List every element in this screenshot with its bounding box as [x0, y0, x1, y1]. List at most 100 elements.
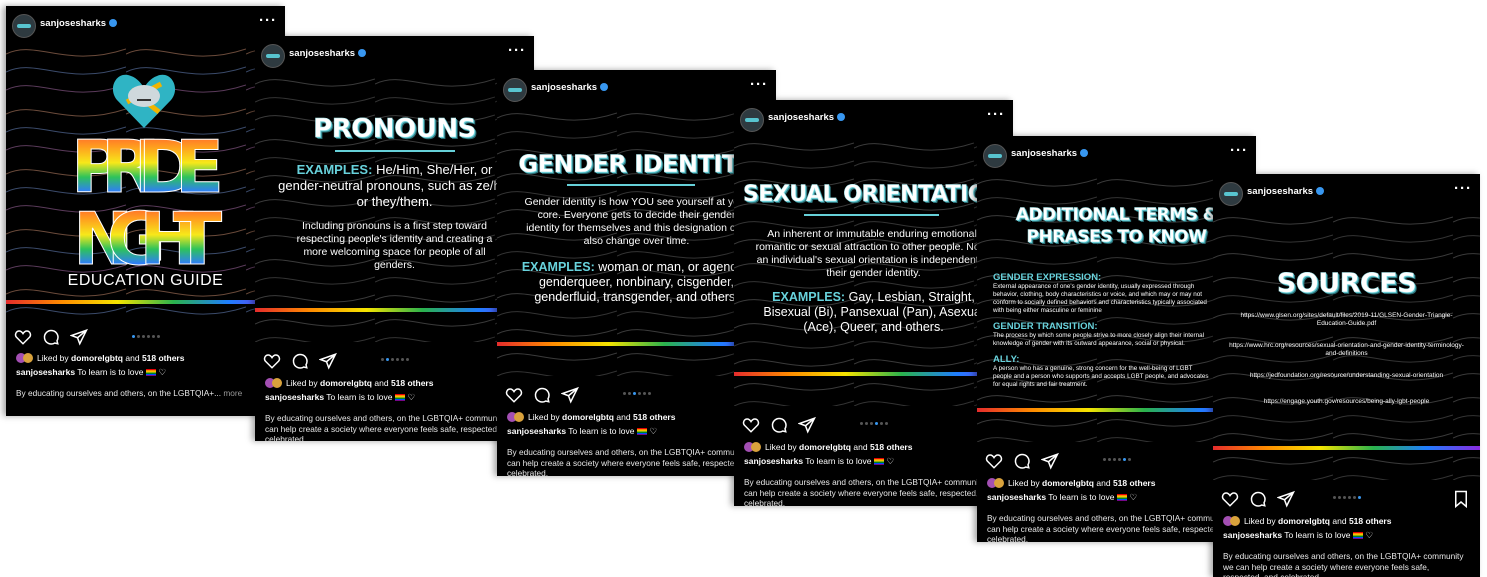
white-heart-icon: ♡: [1129, 492, 1138, 502]
rainbow-bar: [255, 308, 534, 312]
caption: sanjosesharks To learn is to love ♡: [265, 392, 416, 402]
username[interactable]: sanjosesharks: [768, 112, 846, 123]
carousel-dots: [622, 392, 651, 395]
slide-title: PRONOUNS: [313, 114, 477, 145]
title-underline: [567, 184, 695, 186]
avatar[interactable]: [12, 14, 36, 38]
title-underline: [804, 214, 939, 216]
liked-by-user[interactable]: domorelgbtq: [1278, 516, 1330, 526]
liked-others[interactable]: 518 others: [1349, 516, 1392, 526]
share-icon[interactable]: [319, 352, 337, 370]
share-icon[interactable]: [561, 386, 579, 404]
comment-icon[interactable]: [533, 386, 551, 404]
description: By educating ourselves and others, on th…: [265, 413, 519, 441]
caption: sanjosesharks To learn is to love ♡: [1223, 530, 1374, 540]
verified-icon: [1316, 187, 1325, 195]
share-icon[interactable]: [70, 328, 88, 346]
post-pronouns: sanjosesharks ··· PRONOUNS EXAMPLES: He/…: [255, 36, 534, 441]
liked-others[interactable]: 518 others: [870, 442, 913, 452]
avatar[interactable]: [983, 144, 1007, 168]
liked-by-user[interactable]: domorelgbtq: [562, 412, 614, 422]
liked-by-user[interactable]: domorelgbtq: [799, 442, 851, 452]
rainbow-bar: [1213, 446, 1480, 450]
comment-icon[interactable]: [770, 416, 788, 434]
heart-icon[interactable]: [14, 328, 32, 346]
likes-line: Liked by domorelgbtq and 518 others: [734, 440, 1013, 454]
liked-others[interactable]: 518 others: [633, 412, 676, 422]
bookmark-icon[interactable]: [1452, 490, 1470, 508]
username[interactable]: sanjosesharks: [40, 18, 118, 29]
slide-body: Including pronouns is a first step towar…: [296, 220, 493, 271]
liked-others[interactable]: 518 others: [391, 378, 434, 388]
share-icon[interactable]: [798, 416, 816, 434]
heart-icon[interactable]: [742, 416, 760, 434]
source-link[interactable]: https://jedfoundation.org/resource/under…: [1227, 372, 1466, 380]
source-link[interactable]: https://www.hrc.org/resources/sexual-ori…: [1227, 342, 1466, 358]
pride-flag-icon: [1353, 532, 1364, 539]
post-header: sanjosesharks ···: [6, 6, 285, 44]
carousel-dots: [131, 335, 160, 338]
sources-list: https://www.glsen.org/sites/default/file…: [1213, 312, 1480, 406]
heart-icon[interactable]: [505, 386, 523, 404]
carousel-dots: [1332, 496, 1361, 499]
pride-night-wordmark: PRIDE NIGHT: [71, 125, 226, 282]
pride-flag-icon: [637, 428, 648, 435]
terms-list: GENDER EXPRESSION: External appearance of…: [993, 272, 1213, 389]
description: By educating ourselves and others, on th…: [1223, 551, 1464, 577]
avatar[interactable]: [261, 44, 285, 68]
liked-others[interactable]: 518 others: [142, 353, 185, 363]
term-item: ALLY: A person who has a genuine, strong …: [993, 354, 1209, 388]
action-bar: [255, 342, 534, 376]
caption: sanjosesharks To learn is to love ♡: [744, 456, 895, 466]
post-sources: sanjosesharks ··· SOURCES https://www.gl…: [1213, 174, 1480, 577]
comment-icon[interactable]: [1013, 452, 1031, 470]
share-icon[interactable]: [1041, 452, 1059, 470]
heart-icon[interactable]: [263, 352, 281, 370]
action-bar: [734, 406, 1013, 440]
more-options-icon[interactable]: ···: [1230, 142, 1248, 159]
comment-icon[interactable]: [1249, 490, 1267, 508]
white-heart-icon: ♡: [886, 456, 895, 466]
action-bar: [6, 323, 285, 351]
verified-icon: [837, 113, 846, 121]
more-options-icon[interactable]: ···: [259, 12, 277, 29]
post-image: PRIDE NIGHT EDUCATION GUIDE: [6, 44, 285, 323]
username[interactable]: sanjosesharks: [1011, 148, 1089, 159]
liked-by-user[interactable]: domorelgbtq: [1042, 478, 1094, 488]
more-options-icon[interactable]: ···: [508, 42, 526, 59]
username[interactable]: sanjosesharks: [289, 48, 367, 59]
pride-flag-icon: [146, 369, 157, 376]
comment-icon[interactable]: [291, 352, 309, 370]
share-icon[interactable]: [1277, 490, 1295, 508]
avatar[interactable]: [503, 78, 527, 102]
heart-icon[interactable]: [1221, 490, 1239, 508]
post-pride-night: sanjosesharks ··· PRIDE NIGHT EDUCATION …: [6, 6, 285, 416]
liked-by-user[interactable]: domorelgbtq: [320, 378, 372, 388]
slide-title: SEXUAL ORIENTATION: [743, 182, 1005, 208]
post-header: sanjosesharks ···: [255, 36, 534, 74]
more-options-icon[interactable]: ···: [1454, 180, 1472, 197]
username[interactable]: sanjosesharks: [1247, 186, 1325, 197]
comment-icon[interactable]: [42, 328, 60, 346]
more-link[interactable]: more: [223, 388, 242, 398]
rainbow-bar: [734, 372, 1013, 376]
carousel-dots: [1102, 458, 1131, 461]
action-bar: [1213, 480, 1480, 514]
liked-others[interactable]: 518 others: [1113, 478, 1156, 488]
post-header: sanjosesharks ···: [1213, 174, 1480, 212]
likes-line: Liked by domorelgbtq and 518 others: [6, 351, 285, 365]
heart-icon[interactable]: [985, 452, 1003, 470]
post-image: SOURCES https://www.glsen.org/sites/defa…: [1213, 212, 1480, 480]
more-options-icon[interactable]: ···: [987, 106, 1005, 123]
username[interactable]: sanjosesharks: [531, 82, 609, 93]
avatar[interactable]: [740, 108, 764, 132]
white-heart-icon: ♡: [1365, 530, 1374, 540]
source-link[interactable]: https://www.glsen.org/sites/default/file…: [1227, 312, 1466, 328]
avatar[interactable]: [1219, 182, 1243, 206]
title-underline: [335, 150, 455, 152]
post-image: SEXUAL ORIENTATION An inherent or immuta…: [734, 138, 1013, 406]
liked-by-user[interactable]: domorelgbtq: [71, 353, 123, 363]
more-options-icon[interactable]: ···: [750, 76, 768, 93]
description: By educating ourselves and others, on th…: [744, 477, 998, 506]
source-link[interactable]: https://engage.youth.gov/resources/being…: [1227, 398, 1466, 406]
